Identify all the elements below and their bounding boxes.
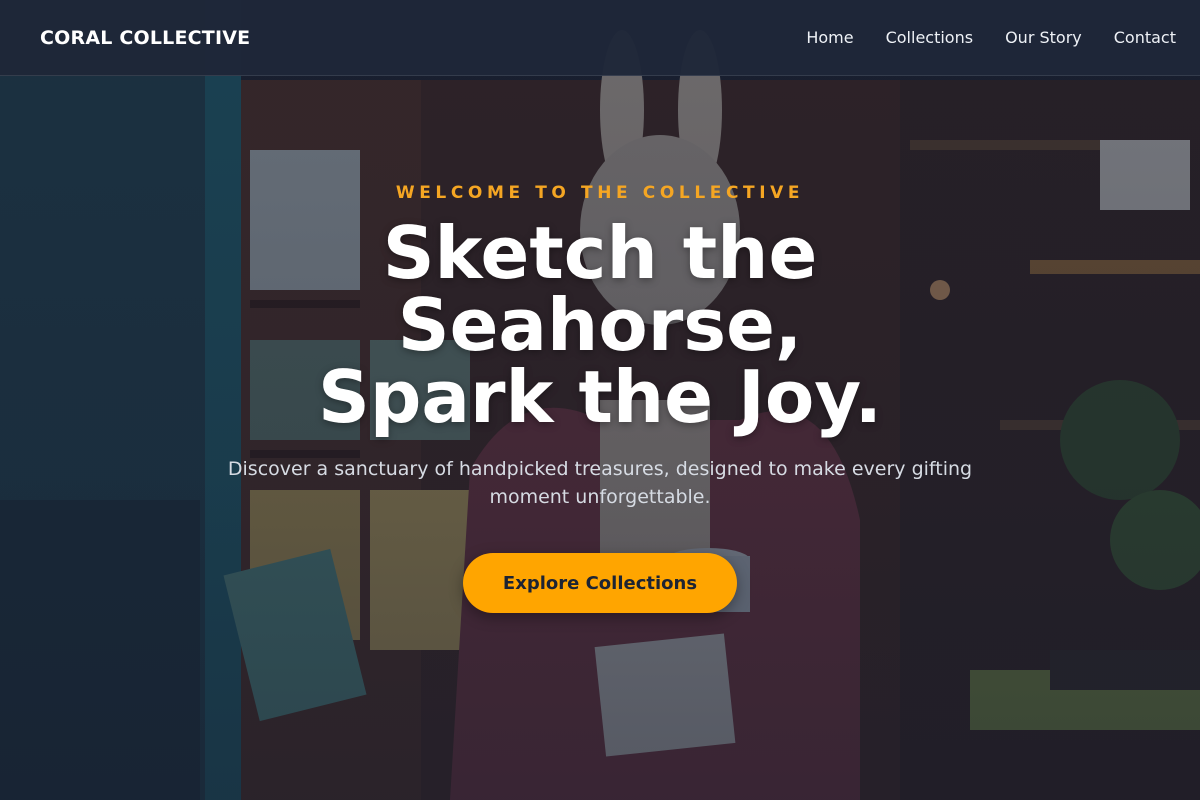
top-navbar: CORAL COLLECTIVE Home Collections Our St… <box>0 0 1200 76</box>
brand-logo[interactable]: CORAL COLLECTIVE <box>40 27 250 49</box>
hero-subtitle: Discover a sanctuary of handpicked treas… <box>227 458 973 508</box>
nav-link-contact[interactable]: Contact <box>1114 28 1176 47</box>
hero-section: WELCOME TO THE COLLECTIVE Sketch the Sea… <box>0 76 1200 800</box>
explore-collections-button[interactable]: Explore Collections <box>463 553 737 613</box>
nav-links: Home Collections Our Story Contact <box>806 28 1176 47</box>
nav-link-collections[interactable]: Collections <box>886 28 973 47</box>
hero-title: Sketch the Seahorse, Spark the Joy. <box>318 211 882 439</box>
nav-link-our-story[interactable]: Our Story <box>1005 28 1082 47</box>
hero-eyebrow: WELCOME TO THE COLLECTIVE <box>395 183 805 203</box>
nav-link-home[interactable]: Home <box>806 28 853 47</box>
